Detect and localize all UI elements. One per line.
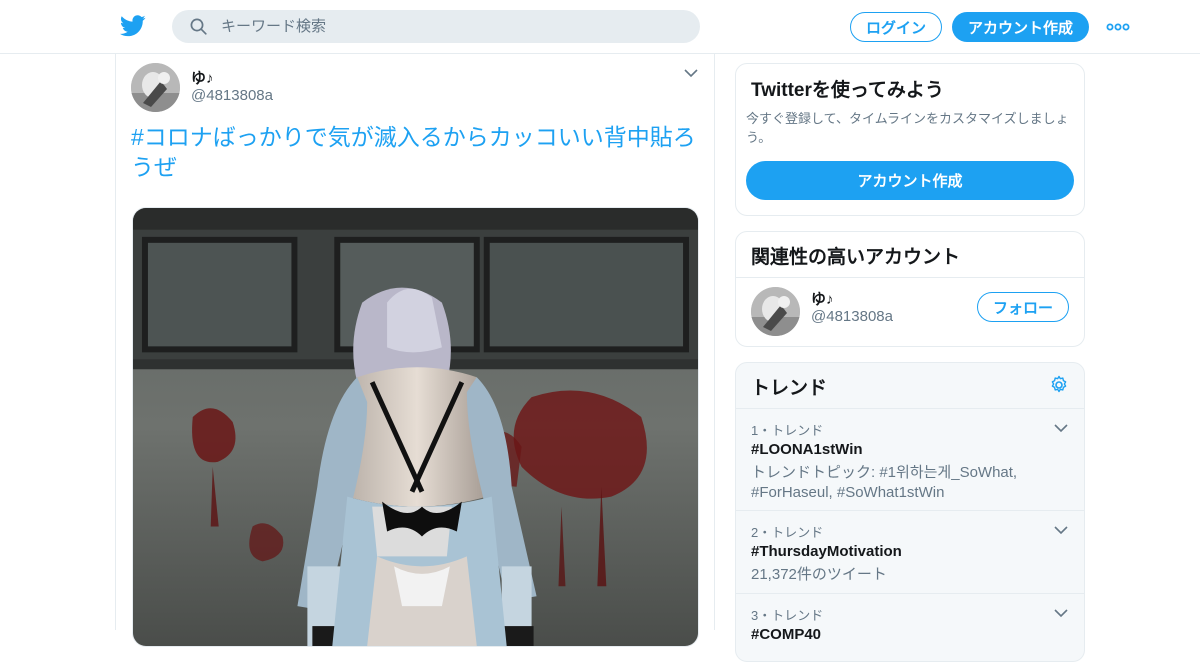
chevron-down-icon[interactable] [684,68,698,78]
trend-name[interactable]: #ThursdayMotivation [751,543,902,560]
trend-item[interactable]: 3・トレンド #COMP40 [736,593,1084,661]
signup-prompt-title: Twitterを使ってみよう [751,80,944,101]
search-bar[interactable] [172,10,700,43]
signup-button[interactable]: アカウント作成 [952,12,1089,42]
related-accounts-title: 関連性の高いアカウント [751,247,961,268]
twitter-bird-icon[interactable] [120,14,146,38]
related-account-handle[interactable]: @4813808a [811,308,893,325]
trends-title: トレンド [751,378,828,399]
trend-rank: 1・トレンド [751,423,824,438]
signup-prompt-description: 今すぐ登録して、タイムラインをカスタマイズしましょう。 [746,111,1069,145]
chevron-down-icon[interactable] [1054,525,1068,535]
trends-card: トレンド 1・トレンド #LOONA1stWin トレンドトピック: #1위하는… [735,362,1085,662]
signup-prompt-button[interactable]: アカウント作成 [746,161,1074,200]
trend-tweet-count: 21,372件のツイート [751,566,887,583]
login-button[interactable]: ログイン [850,12,942,42]
avatar[interactable] [131,63,180,112]
trend-item[interactable]: 2・トレンド #ThursdayMotivation 21,372件のツイート [736,510,1084,593]
trend-detail: トレンドトピック: #1위하는게_SoWhat, #ForHaseul, #So… [751,464,1018,501]
trend-item[interactable]: 1・トレンド #LOONA1stWin トレンドトピック: #1위하는게_SoW… [736,408,1084,510]
photo-image [133,208,698,646]
avatar[interactable] [751,287,800,336]
related-account-name[interactable]: ゆ♪ [811,288,834,309]
top-bar: ログイン アカウント作成 [0,0,1200,54]
tweet-photo[interactable] [132,207,699,647]
search-icon [190,18,207,35]
follow-button[interactable]: フォロー [977,292,1069,322]
divider [736,277,1084,278]
signup-prompt-card: Twitterを使ってみよう 今すぐ登録して、タイムラインをカスタマイズしましょ… [735,63,1085,216]
search-input[interactable] [221,18,661,35]
tweet-author-handle[interactable]: @4813808a [191,87,273,104]
trend-name[interactable]: #LOONA1stWin [751,441,863,458]
trend-rank: 3・トレンド [751,608,824,623]
chevron-down-icon[interactable] [1054,608,1068,618]
trend-name[interactable]: #COMP40 [751,626,821,643]
tweet-text[interactable]: #コロナばっかりで気が滅入るからカッコいい背中貼ろうぜ [131,122,701,182]
tweet-author-name[interactable]: ゆ♪ [191,67,214,88]
gear-icon[interactable] [1049,375,1069,395]
more-dots-icon[interactable] [1106,18,1130,36]
related-accounts-card: 関連性の高いアカウント ゆ♪ @4813808a フォロー [735,231,1085,347]
tweet-card: ゆ♪ @4813808a #コロナばっかりで気が滅入るからカッコいい背中貼ろうぜ [115,54,715,647]
trend-rank: 2・トレンド [751,525,824,540]
chevron-down-icon[interactable] [1054,423,1068,433]
